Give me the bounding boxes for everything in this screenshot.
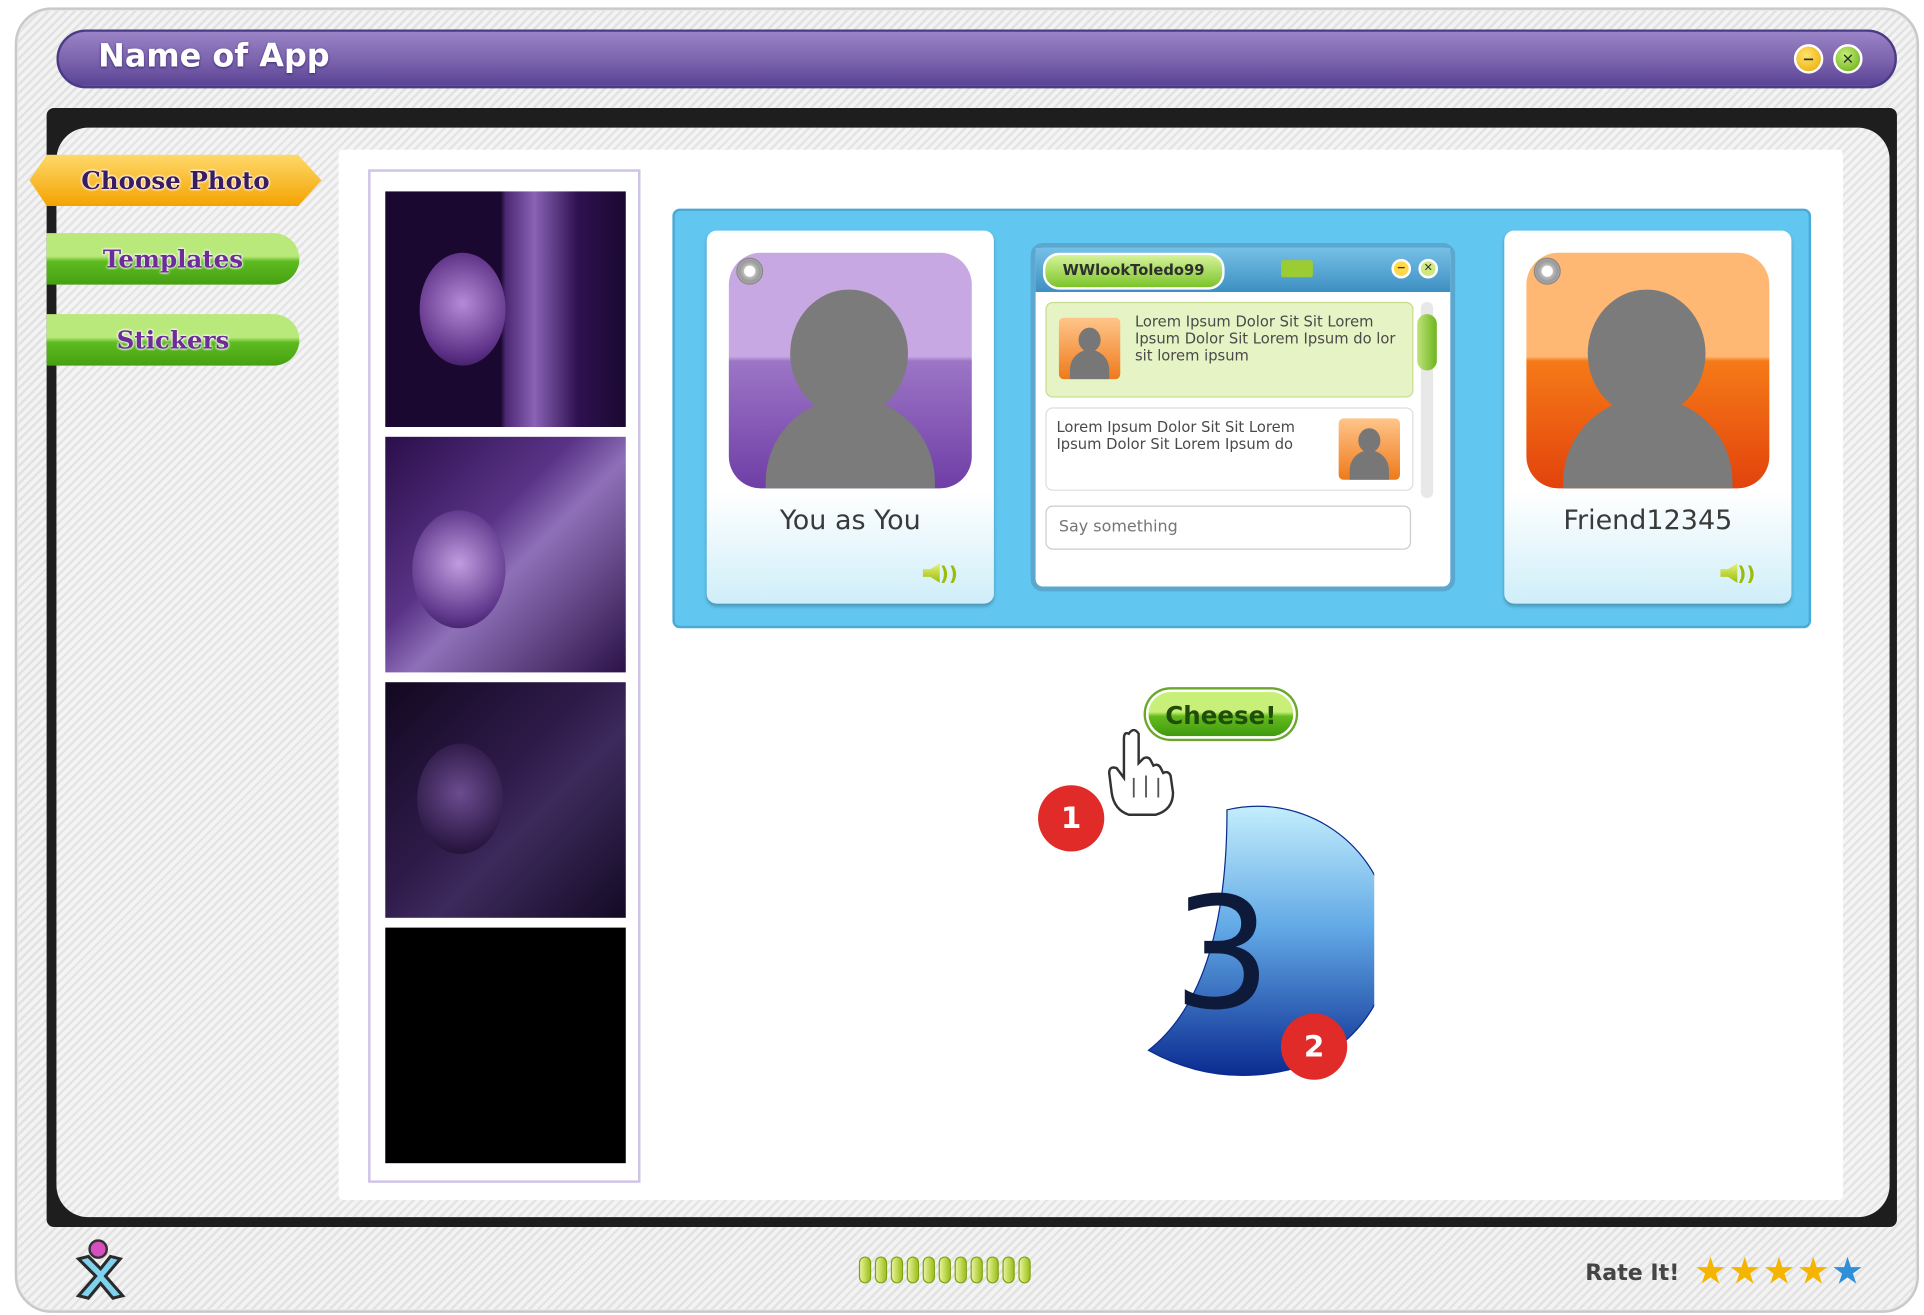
friend-video-card: Friend12345 )) — [1504, 230, 1792, 604]
minimize-button[interactable]: − — [1793, 44, 1824, 74]
sender-avatar — [1058, 317, 1121, 380]
photo-frame-2[interactable] — [385, 436, 626, 673]
speaker-cone — [922, 563, 940, 583]
photo-subject — [417, 743, 504, 854]
friend-name-label: Friend12345 — [1563, 505, 1733, 537]
progress-segment — [906, 1256, 920, 1284]
chat-input-box[interactable] — [1045, 505, 1412, 550]
message-text: Lorem Ipsum Dolor Sit Sit Lorem Ipsum Do… — [1134, 312, 1396, 365]
progress-segment — [858, 1256, 872, 1284]
chat-message: Lorem Ipsum Dolor Sit Sit Lorem Ipsum Do… — [1045, 407, 1414, 491]
progress-segment — [954, 1256, 967, 1284]
chat-input[interactable] — [1058, 517, 1398, 537]
progress-indicator — [858, 1256, 1031, 1284]
chat-username: WWlookToledo99 — [1042, 252, 1225, 290]
close-button[interactable]: ✕ — [1833, 44, 1863, 74]
rate-label: Rate It! — [1585, 1259, 1680, 1286]
tab-templates[interactable]: Templates — [46, 233, 300, 285]
star-icon[interactable]: ★ — [1797, 1253, 1830, 1291]
chat-window: WWlookToledo99 − ✕ Lorem Ipsum Dolor Sit… — [1030, 242, 1456, 592]
app-logo-icon — [75, 1239, 126, 1300]
chat-header: WWlookToledo99 − ✕ — [1035, 247, 1451, 293]
progress-segment — [1002, 1256, 1015, 1284]
video-camera-icon[interactable] — [1280, 260, 1313, 278]
app-title: Name of App — [98, 38, 330, 75]
chat-scrollbar[interactable] — [1417, 301, 1437, 499]
message-text: Lorem Ipsum Dolor Sit Sit Lorem Ipsum Do… — [1056, 418, 1295, 453]
avatar-body — [765, 397, 935, 489]
annotation-marker: 2 — [1280, 1013, 1348, 1080]
progress-segment — [938, 1256, 951, 1284]
close-icon: ✕ — [1841, 50, 1855, 68]
chat-minimize-button[interactable]: − — [1391, 258, 1412, 279]
you-select-radio[interactable] — [736, 257, 764, 285]
tab-choose-photo[interactable]: Choose Photo — [29, 154, 322, 207]
video-chat-panel: You as You )) WWlookToledo99 − ✕ Lorem I… — [672, 208, 1812, 629]
you-speaker-icon[interactable]: )) — [922, 557, 958, 588]
minimize-icon: − — [1802, 50, 1815, 68]
rating-widget: Rate It! ★ ★ ★ ★ ★ — [1585, 1253, 1865, 1291]
speaker-waves: )) — [1737, 561, 1756, 585]
star-icon[interactable]: ★ — [1831, 1253, 1864, 1291]
title-bar[interactable]: Name of App − ✕ — [56, 29, 1897, 89]
friend-avatar — [1526, 252, 1770, 489]
speaker-cone — [1720, 563, 1738, 583]
you-avatar — [728, 252, 972, 489]
you-name-label: You as You — [779, 505, 921, 537]
photo-subject — [419, 252, 506, 366]
avatar-body — [1563, 397, 1733, 489]
progress-segment — [922, 1256, 935, 1284]
tab-stickers[interactable]: Stickers — [46, 314, 300, 366]
photo-frame-1[interactable] — [385, 191, 626, 427]
progress-segment — [1018, 1256, 1031, 1284]
pointer-hand-icon — [1107, 728, 1175, 816]
scrollbar-thumb[interactable] — [1417, 314, 1437, 371]
sender-avatar — [1338, 418, 1401, 480]
photo-frame-4-empty[interactable] — [385, 927, 626, 1164]
progress-segment — [986, 1256, 999, 1284]
annotation-marker: 1 — [1038, 785, 1105, 852]
photo-strip — [368, 169, 641, 1183]
app-root: Name of App − ✕ Choose Photo Templates S… — [0, 0, 1924, 1315]
photo-subject — [412, 510, 506, 629]
photo-frame-3[interactable] — [385, 682, 626, 918]
progress-segment — [890, 1256, 904, 1284]
you-video-card: You as You )) — [706, 230, 994, 604]
progress-segment — [874, 1256, 888, 1284]
star-icon[interactable]: ★ — [1694, 1253, 1727, 1291]
chat-message: Lorem Ipsum Dolor Sit Sit Lorem Ipsum Do… — [1045, 301, 1414, 398]
friend-select-radio[interactable] — [1533, 257, 1561, 285]
speaker-waves: )) — [939, 561, 958, 585]
countdown-number: 3 — [1173, 863, 1272, 1045]
chat-close-button[interactable]: ✕ — [1418, 258, 1439, 279]
star-icon[interactable]: ★ — [1762, 1253, 1795, 1291]
friend-speaker-icon[interactable]: )) — [1720, 557, 1755, 588]
progress-segment — [970, 1256, 983, 1284]
star-icon[interactable]: ★ — [1728, 1253, 1761, 1291]
